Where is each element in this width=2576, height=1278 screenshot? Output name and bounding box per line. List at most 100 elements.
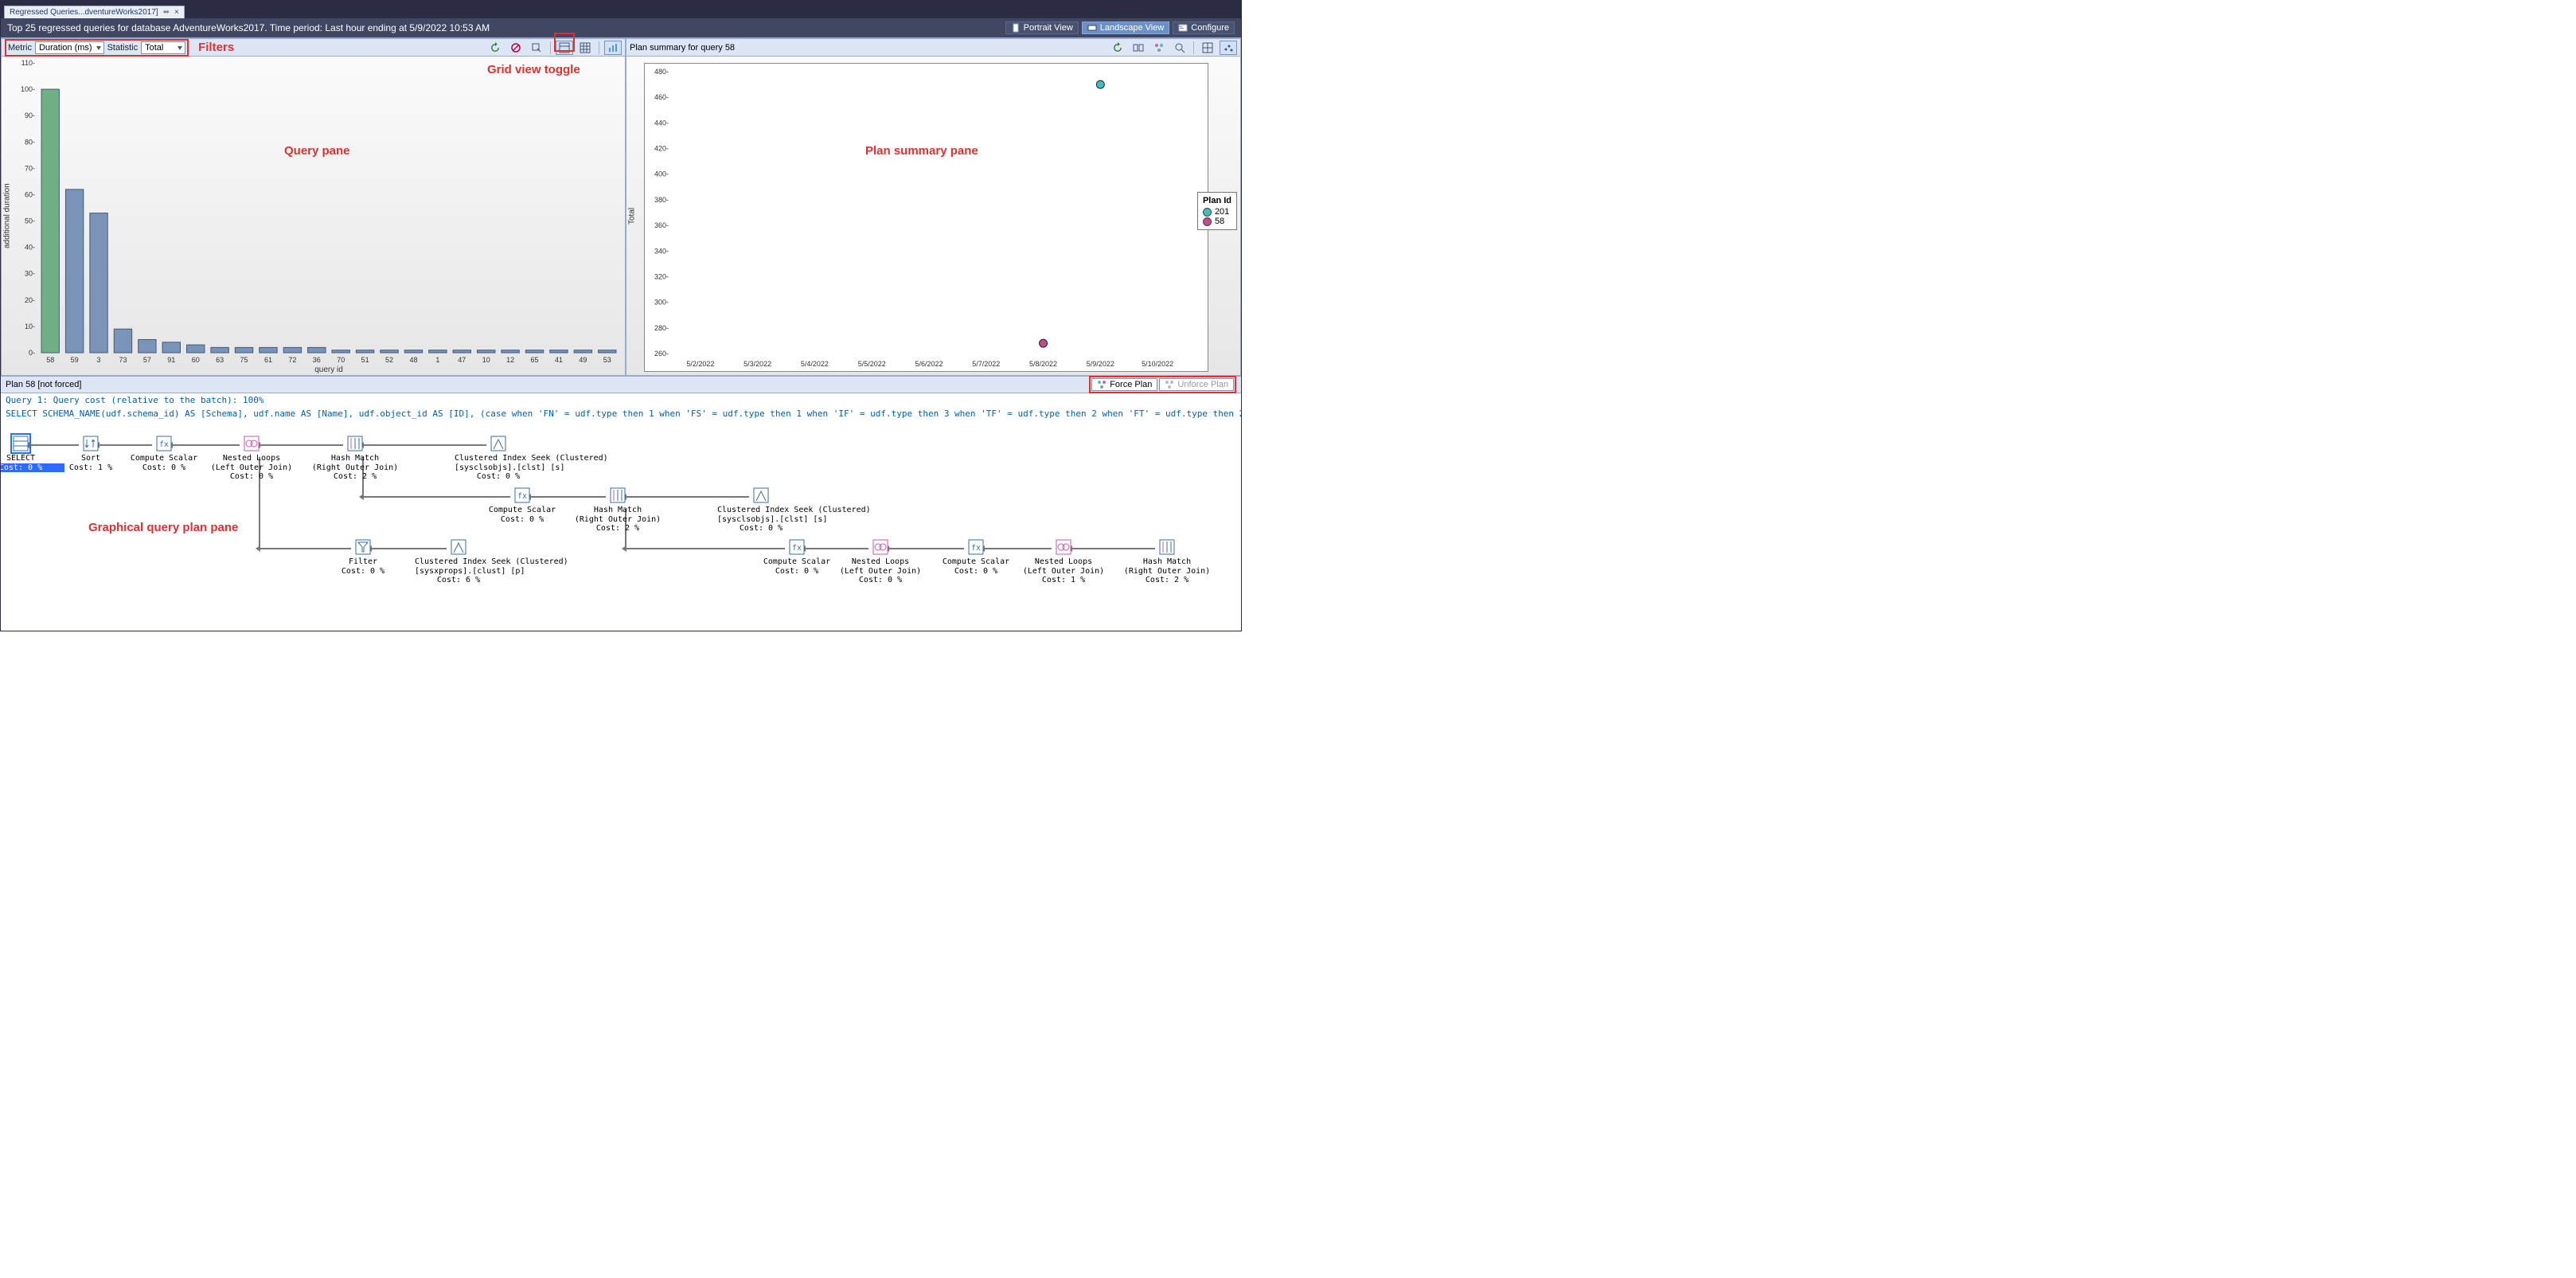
- svg-text:280-: 280-: [654, 324, 669, 332]
- svg-text:10: 10: [482, 356, 490, 364]
- svg-text:51: 51: [361, 356, 369, 364]
- svg-text:5/10/2022: 5/10/2022: [1142, 360, 1173, 368]
- plan-op-filter[interactable]: FilterCost: 0 %: [319, 538, 407, 576]
- unforce-plan-button[interactable]: Unforce Plan: [1159, 378, 1234, 391]
- svg-text:5/4/2022: 5/4/2022: [801, 360, 829, 368]
- tab-row: Regressed Queries...dventureWorks2017] ⬌…: [1, 4, 1241, 18]
- landscape-icon: [1087, 23, 1097, 33]
- svg-text:73: 73: [119, 356, 127, 364]
- svg-text:75: 75: [240, 356, 248, 364]
- plan-op-cs2[interactable]: fx Compute ScalarCost: 0 %: [478, 487, 566, 524]
- detail-view-button[interactable]: [556, 41, 573, 55]
- track-query-button[interactable]: [528, 41, 545, 55]
- svg-text:53: 53: [603, 356, 611, 364]
- refresh2-button[interactable]: [1109, 41, 1126, 55]
- y-axis-label: additional duration: [2, 57, 13, 375]
- grid2-button[interactable]: [1199, 41, 1216, 55]
- view-plan-button[interactable]: [1150, 41, 1168, 55]
- document-tab[interactable]: Regressed Queries...dventureWorks2017] ⬌…: [4, 6, 185, 18]
- plan-summary-toolbar: Plan summary for query 58: [626, 39, 1240, 57]
- tab-label: Regressed Queries...dventureWorks2017]: [10, 8, 158, 17]
- configure-button[interactable]: Configure: [1173, 21, 1235, 34]
- svg-text:70-: 70-: [25, 164, 35, 172]
- svg-text:5/5/2022: 5/5/2022: [858, 360, 886, 368]
- refresh-button[interactable]: [486, 41, 504, 55]
- force-plan-button[interactable]: Force Plan: [1091, 378, 1157, 391]
- svg-text:47: 47: [458, 356, 466, 364]
- svg-text:fx: fx: [517, 492, 527, 501]
- legend-item[interactable]: 58: [1203, 217, 1231, 226]
- portrait-icon: [1011, 23, 1021, 33]
- pin-icon[interactable]: ⬌: [163, 8, 170, 17]
- svg-text:58: 58: [46, 356, 54, 364]
- plan-op-cs1[interactable]: fx Compute ScalarCost: 0 %: [120, 435, 208, 472]
- plan-op-nl2[interactable]: Nested Loops(Left Outer Join)Cost: 0 %: [837, 538, 924, 585]
- plan-cost-line: Query 1: Query cost (relative to the bat…: [1, 393, 1241, 407]
- svg-text:60-: 60-: [25, 190, 35, 198]
- plan-bar-title: Plan 58 [not forced]: [6, 380, 81, 389]
- svg-text:36: 36: [313, 356, 321, 364]
- close-icon[interactable]: ×: [174, 8, 179, 17]
- configure-icon: [1178, 23, 1188, 33]
- svg-text:10-: 10-: [25, 322, 35, 330]
- grid-view-button[interactable]: [576, 41, 594, 55]
- svg-text:query id: query id: [314, 365, 343, 374]
- page-title: Top 25 regressed queries for database Ad…: [7, 22, 490, 33]
- plan-op-cis1[interactable]: Clustered Index Seek (Clustered)[sysclso…: [455, 435, 542, 482]
- svg-text:480-: 480-: [654, 68, 669, 76]
- svg-text:80-: 80-: [25, 138, 35, 146]
- plan-op-hm1[interactable]: Hash Match(Right Outer Join)Cost: 2 %: [311, 435, 399, 482]
- svg-text:460-: 460-: [654, 93, 669, 101]
- plan-sql-line: SELECT SCHEMA_NAME(udf.schema_id) AS [Sc…: [1, 407, 1241, 420]
- plan-op-hm3[interactable]: Hash Match(Right Outer Join)Cost: 2 %: [1123, 538, 1211, 585]
- svg-text:5/7/2022: 5/7/2022: [972, 360, 1000, 368]
- chart-view-button[interactable]: [604, 41, 622, 55]
- svg-text:440-: 440-: [654, 119, 669, 127]
- plan-op-cis2[interactable]: Clustered Index Seek (Clustered)[sysclso…: [717, 487, 805, 533]
- svg-text:41: 41: [555, 356, 563, 364]
- metric-combo[interactable]: Duration (ms): [35, 41, 104, 54]
- plan-op-nl3[interactable]: Nested Loops(Left Outer Join)Cost: 1 %: [1020, 538, 1107, 585]
- statistic-combo[interactable]: Total: [141, 41, 185, 54]
- plan-op-cis3[interactable]: Clustered Index Seek (Clustered)[sysxpro…: [415, 538, 502, 585]
- zoom-button[interactable]: [1171, 41, 1188, 55]
- svg-text:420-: 420-: [654, 145, 669, 153]
- svg-text:90-: 90-: [25, 111, 35, 119]
- plan-op-cs4[interactable]: fx Compute ScalarCost: 0 %: [932, 538, 1020, 576]
- legend-title: Plan Id: [1203, 196, 1231, 205]
- svg-text:63: 63: [216, 356, 224, 364]
- svg-text:12: 12: [506, 356, 514, 364]
- plan-op-cs3[interactable]: fx Compute ScalarCost: 0 %: [753, 538, 841, 576]
- svg-text:5/6/2022: 5/6/2022: [915, 360, 943, 368]
- compare-button[interactable]: [1130, 41, 1147, 55]
- svg-text:5/3/2022: 5/3/2022: [744, 360, 771, 368]
- svg-text:5/2/2022: 5/2/2022: [686, 360, 714, 368]
- svg-text:20-: 20-: [25, 296, 35, 304]
- svg-text:fx: fx: [971, 544, 981, 553]
- plan-scatter-chart[interactable]: 260-280-300-320-340-360-380-400-420-440-…: [645, 64, 1194, 371]
- svg-text:61: 61: [264, 356, 272, 364]
- svg-text:40-: 40-: [25, 244, 35, 252]
- landscape-view-button[interactable]: Landscape View: [1082, 21, 1170, 34]
- scatter-button[interactable]: [1220, 41, 1237, 55]
- svg-text:110-: 110-: [21, 59, 35, 67]
- legend-item[interactable]: 201: [1203, 207, 1231, 217]
- svg-text:400-: 400-: [654, 170, 669, 178]
- svg-text:fx: fx: [159, 440, 169, 449]
- query-bar-chart[interactable]: 0-10-20-30-40-50-60-70-80-90-100-110-585…: [13, 57, 624, 375]
- graphical-plan-pane: Query 1: Query cost (relative to the bat…: [1, 393, 1241, 631]
- svg-text:59: 59: [71, 356, 79, 364]
- svg-text:65: 65: [531, 356, 539, 364]
- page-header: Top 25 regressed queries for database Ad…: [1, 18, 1241, 37]
- cancel-button[interactable]: [507, 41, 525, 55]
- portrait-view-button[interactable]: Portrait View: [1005, 21, 1079, 34]
- plan-op-nl1[interactable]: Nested Loops(Left Outer Join)Cost: 0 %: [208, 435, 295, 482]
- svg-text:49: 49: [579, 356, 587, 364]
- svg-text:360-: 360-: [654, 221, 669, 229]
- svg-text:340-: 340-: [654, 247, 669, 255]
- plan-summary-pane: Plan summary for query 58 Total 260-280-…: [626, 38, 1241, 376]
- svg-text:5/8/2022: 5/8/2022: [1029, 360, 1057, 368]
- svg-text:57: 57: [143, 356, 151, 364]
- y-axis-label2: Total: [626, 57, 638, 375]
- plan-op-hm2[interactable]: Hash Match(Right Outer Join)Cost: 2 %: [574, 487, 662, 533]
